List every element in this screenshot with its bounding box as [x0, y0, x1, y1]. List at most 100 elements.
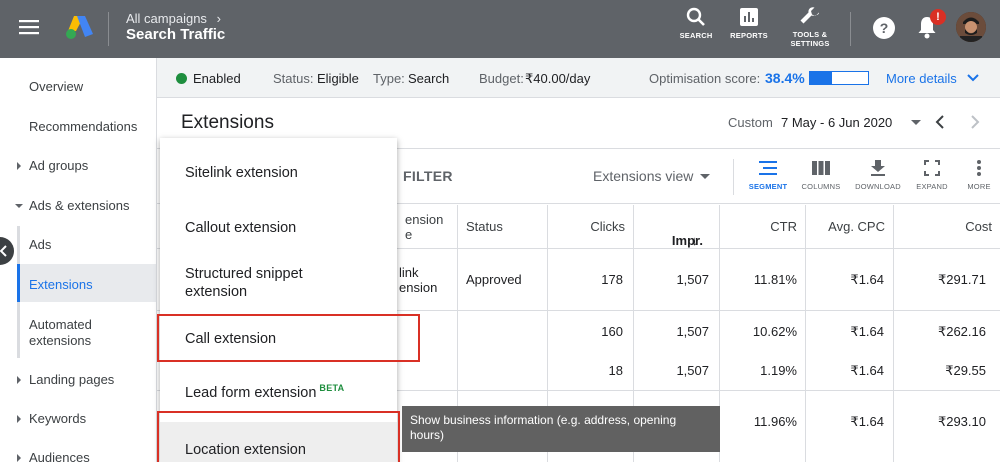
enabled-status-dot [176, 73, 187, 84]
notification-badge: ! [930, 9, 946, 25]
ctr-cell: 10.62% [752, 324, 797, 339]
avg-cpc-cell: ₹1.64 [850, 363, 884, 378]
status-value: Eligible [317, 71, 359, 86]
expand-button[interactable]: EXPAND [905, 159, 959, 191]
menu-item-sitelink-extension[interactable]: Sitelink extension [185, 164, 385, 182]
reports-button-label: REPORTS [730, 31, 768, 40]
expand-label: EXPAND [916, 182, 948, 191]
download-button[interactable]: DOWNLOAD [851, 159, 905, 191]
hamburger-menu-icon[interactable] [18, 16, 40, 38]
nav-keywords[interactable]: Keywords [0, 411, 156, 426]
date-dropdown-caret-icon[interactable] [911, 120, 921, 125]
column-header-cost[interactable]: Cost [893, 205, 1000, 249]
location-extension-highlight-box [157, 411, 400, 462]
left-navigation: Overview Recommendations Ad groups Ads &… [0, 58, 157, 462]
download-icon [871, 160, 885, 176]
optimisation-label: Optimisation score: [649, 71, 761, 86]
date-range-label: Custom [728, 115, 773, 130]
nav-audiences[interactable]: Audiences [0, 450, 156, 462]
more-details-link[interactable]: More details [886, 71, 957, 86]
optimisation-progress-fill [810, 72, 833, 84]
budget-value[interactable]: ₹40.00/day [525, 71, 590, 87]
add-filter-button[interactable]: FILTER [403, 168, 453, 184]
view-dropdown-caret-icon[interactable] [700, 174, 710, 179]
avg-cpc-cell: ₹1.64 [850, 272, 884, 287]
column-header-ctr[interactable]: CTR [719, 205, 805, 249]
type-label: Type: [373, 71, 405, 86]
location-extension-tooltip: Show business information (e.g. address,… [402, 406, 720, 452]
tools-label-line2: SETTINGS [790, 39, 830, 48]
ctr-cell: 11.96% [753, 414, 797, 429]
nav-automated-extensions[interactable]: Automated extensions [0, 317, 130, 349]
download-label: DOWNLOAD [855, 182, 901, 191]
help-icon[interactable]: ? [872, 16, 896, 40]
topbar-divider-right [850, 12, 851, 46]
impressions-cell: 1,507 [676, 272, 709, 287]
user-avatar[interactable] [956, 12, 986, 42]
next-period-icon[interactable] [968, 114, 982, 130]
nav-landing-pages[interactable]: Landing pages [0, 372, 156, 387]
column-header-status[interactable]: Status [457, 205, 547, 249]
segment-icon [759, 161, 777, 175]
top-app-bar: All campaigns › Search Traffic SEARCH RE… [0, 0, 1000, 58]
column-header-impressions[interactable]: ↓ Impr. [633, 205, 719, 249]
column-divider [893, 205, 894, 462]
campaign-state[interactable]: Enabled [193, 71, 241, 86]
clicks-cell: 18 [608, 363, 623, 378]
beta-badge: BETA [319, 383, 345, 393]
columns-button[interactable]: COLUMNS [794, 159, 848, 191]
breadcrumb-all-campaigns[interactable]: All campaigns › [126, 11, 221, 26]
impressions-cell: 1,507 [676, 324, 709, 339]
more-button[interactable]: MORE [952, 159, 1000, 191]
column-header-clicks[interactable]: Clicks [547, 205, 633, 249]
campaign-title[interactable]: Search Traffic [126, 26, 225, 43]
nav-ads-extensions[interactable]: Ads & extensions [0, 198, 156, 213]
menu-item-lead-form-extension[interactable]: Lead form extension BETA [185, 383, 385, 403]
menu-item-structured-snippet-extension[interactable]: Structured snippet extension [185, 265, 335, 301]
segment-button[interactable]: SEGMENT [741, 159, 795, 191]
chevron-right-icon: › [216, 11, 221, 26]
google-ads-logo-icon[interactable] [64, 14, 94, 40]
optimisation-progress-bar [809, 71, 869, 85]
nav-overview[interactable]: Overview [0, 79, 156, 94]
extensions-view-selector[interactable]: Extensions view [593, 168, 693, 184]
chevron-left-icon [0, 245, 7, 257]
status-label: Status: [273, 71, 314, 86]
search-button-label: SEARCH [679, 31, 713, 40]
type-value: Search [408, 71, 450, 86]
menu-item-callout-extension[interactable]: Callout extension [185, 219, 385, 237]
cost-cell: ₹293.10 [937, 414, 986, 429]
date-range-picker[interactable]: 7 May - 6 Jun 2020 [781, 115, 892, 130]
ctr-cell: 1.19% [760, 363, 797, 378]
reports-button[interactable]: REPORTS [719, 6, 779, 40]
budget-label: Budget: [479, 71, 524, 86]
search-button[interactable]: SEARCH [666, 6, 726, 40]
previous-period-icon[interactable] [933, 114, 947, 130]
column-divider [805, 205, 806, 462]
status-cell: Approved [466, 272, 522, 287]
nav-ad-groups[interactable]: Ad groups [0, 158, 156, 173]
impressions-cell: 1,507 [676, 363, 709, 378]
tools-settings-button[interactable]: TOOLS & SETTINGS [780, 3, 840, 48]
chevron-down-icon[interactable] [967, 73, 979, 83]
avg-cpc-cell: ₹1.64 [850, 414, 884, 429]
column-header-avg-cpc[interactable]: Avg. CPC [805, 205, 893, 249]
cost-cell: ₹291.71 [937, 272, 986, 287]
nav-extensions[interactable]: Extensions [0, 277, 156, 292]
column-header-extension[interactable]: ension e [397, 205, 457, 249]
search-icon [686, 7, 705, 26]
nav-ads[interactable]: Ads [0, 237, 156, 252]
nav-recommendations[interactable]: Recommendations [0, 119, 156, 134]
extension-cell-partial: link ension [399, 265, 438, 295]
clicks-cell: 160 [601, 324, 623, 339]
wrench-icon [800, 7, 820, 24]
optimisation-score[interactable]: 38.4% [765, 70, 805, 86]
reports-icon [740, 8, 758, 26]
svg-text:?: ? [880, 20, 889, 36]
cost-cell: ₹262.16 [937, 324, 986, 339]
call-extension-highlight-box [157, 314, 420, 362]
more-label: MORE [967, 182, 991, 191]
expand-icon [924, 160, 940, 176]
clicks-cell: 178 [601, 272, 623, 287]
topbar-divider [108, 12, 109, 46]
